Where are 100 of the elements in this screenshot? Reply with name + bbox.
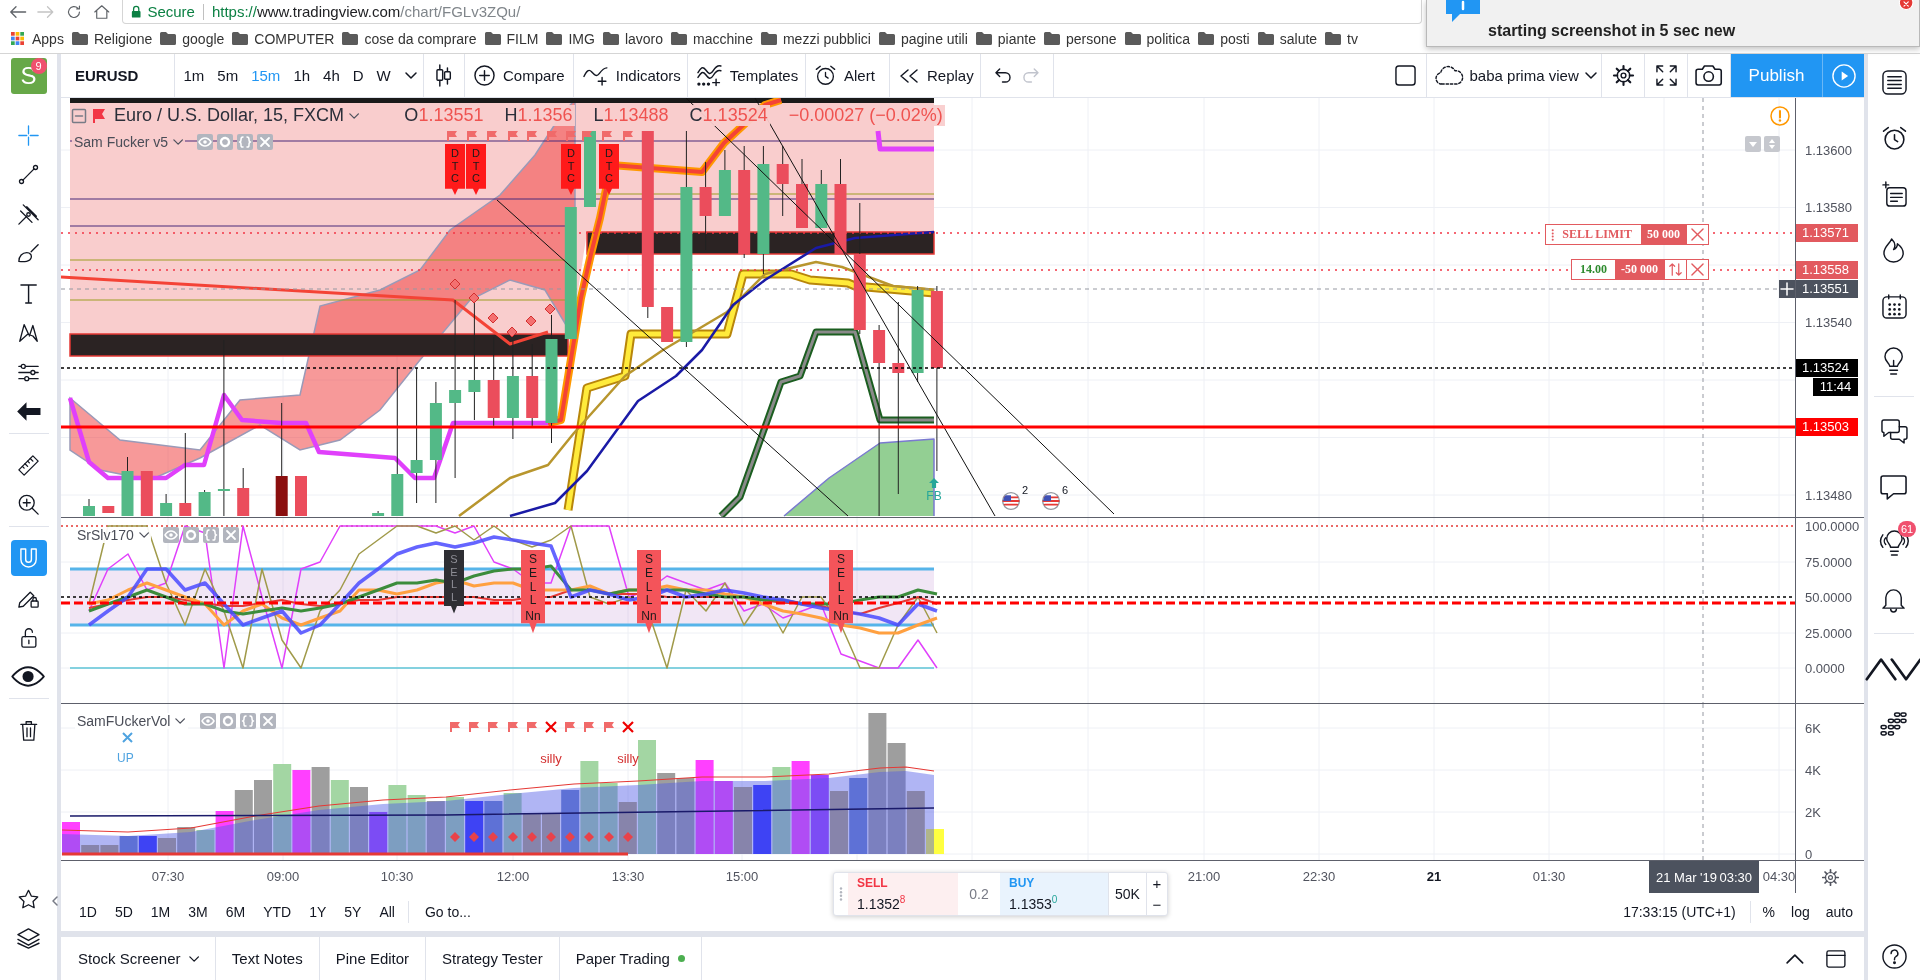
chat-icon[interactable]	[1880, 418, 1908, 444]
panel-tab[interactable]: Strategy Tester	[426, 937, 560, 980]
axis-label: 0.0000	[1805, 660, 1845, 676]
interval-button[interactable]: 1h	[286, 54, 317, 97]
chevrons-icon[interactable]	[1865, 655, 1920, 681]
symbol-button[interactable]: EURUSD	[61, 54, 175, 97]
bookmark[interactable]: Apps	[7, 25, 68, 52]
bookmark[interactable]: tv	[1321, 25, 1362, 52]
scale-button[interactable]: auto	[1817, 893, 1861, 931]
star-icon	[18, 888, 39, 910]
interval-button[interactable]: W	[370, 54, 398, 97]
interval-button[interactable]: D	[346, 54, 371, 97]
help-icon[interactable]	[1881, 943, 1907, 969]
interval-button[interactable]: 5m	[210, 54, 245, 97]
dot-grid-icon[interactable]	[1880, 711, 1908, 737]
bookmark[interactable]: COMPUTER	[228, 25, 339, 52]
panel-tab[interactable]: Stock Screener	[61, 937, 216, 980]
undo-button[interactable]	[995, 68, 1011, 83]
fullscreen-icon[interactable]	[1655, 65, 1677, 86]
diamond-icon	[449, 278, 461, 290]
plus-icon[interactable]	[1779, 280, 1795, 298]
camera-icon[interactable]	[1695, 65, 1723, 86]
bookmark[interactable]: persone	[1039, 25, 1121, 52]
scale-button[interactable]: log	[1783, 893, 1818, 931]
buy-button[interactable]: BUY 1.1353$^{0}$	[1000, 873, 1108, 915]
panel-tab[interactable]: Pine Editor	[319, 937, 427, 980]
replay-button[interactable]: Replay	[890, 54, 981, 97]
indicators-button[interactable]: Indicators	[574, 54, 688, 97]
quantity-field[interactable]: 50K	[1108, 873, 1146, 915]
maximize-icon[interactable]	[1826, 949, 1846, 968]
sell-button[interactable]: SELL 1.1352$^{8}$	[848, 873, 958, 915]
minus-square-icon[interactable]	[72, 108, 86, 123]
range-button[interactable]: YTD	[254, 893, 301, 931]
time-label: 04:30	[1762, 869, 1795, 884]
range-button[interactable]: 5D	[105, 893, 142, 931]
bookmark[interactable]: piante	[971, 25, 1040, 52]
candlestick-icon[interactable]	[436, 65, 452, 86]
flame-icon[interactable]	[1883, 237, 1905, 263]
bell-icon[interactable]	[1882, 586, 1906, 612]
templates-button[interactable]: Templates	[688, 54, 806, 97]
bookmark[interactable]: lavoro	[598, 25, 667, 52]
bookmark[interactable]: google	[156, 25, 229, 52]
bookmark[interactable]: posti	[1194, 25, 1254, 52]
drag-handle-icon[interactable]	[1550, 228, 1555, 241]
flag-icon[interactable]	[1002, 492, 1020, 510]
settings-icon[interactable]	[1821, 868, 1839, 886]
flag-icon[interactable]	[1042, 492, 1060, 510]
message-icon[interactable]	[1880, 474, 1908, 500]
volume-bar	[426, 801, 445, 854]
range-button[interactable]: 1D	[70, 893, 106, 931]
diamond-icon	[468, 292, 480, 304]
lightbulb-icon[interactable]	[1884, 349, 1904, 375]
interval-button[interactable]: 4h	[316, 54, 347, 97]
axis-label: 2K	[1805, 804, 1821, 820]
square-icon[interactable]	[1395, 65, 1416, 86]
scale-button[interactable]: %	[1754, 893, 1784, 931]
bookmark[interactable]: IMG	[542, 25, 599, 52]
play-button[interactable]	[1822, 54, 1864, 97]
increase-button[interactable]: +	[1147, 873, 1167, 894]
layout-button[interactable]: baba prima view	[1427, 54, 1602, 97]
bookmark[interactable]: salute	[1253, 25, 1322, 52]
go-to-button[interactable]: Go to...	[413, 893, 483, 931]
drag-handle-icon[interactable]	[839, 887, 843, 901]
range-button[interactable]: 1M	[141, 893, 180, 931]
range-button[interactable]: 1Y	[300, 893, 336, 931]
chevron-down-icon	[1584, 72, 1597, 79]
range-button[interactable]: All	[370, 893, 404, 931]
price-change: −0.00027 (−0.02%)	[786, 105, 945, 126]
range-button[interactable]: 6M	[216, 893, 255, 931]
bookmark[interactable]: mezzi pubblici	[756, 25, 875, 52]
bookmark[interactable]: macchine	[667, 25, 757, 52]
chevron-down-icon[interactable]	[405, 72, 418, 79]
alert-button[interactable]: Alert	[806, 54, 890, 97]
order-tag[interactable]: SELL LIMIT 50 000	[1544, 224, 1709, 245]
compare-button[interactable]: Compare	[465, 54, 574, 97]
time-label: 10:30	[380, 869, 414, 884]
indicator-name[interactable]: SamFUckerVol	[75, 713, 188, 729]
calendar-icon[interactable]	[1881, 293, 1907, 319]
bookmark[interactable]: FILM	[480, 25, 543, 52]
decrease-button[interactable]: −	[1147, 894, 1167, 915]
indicator-name[interactable]: SrSlv170	[75, 527, 152, 543]
symbol-title[interactable]: Euro / U.S. Dollar, 15, FXCM	[112, 105, 362, 126]
list-icon[interactable]	[1881, 69, 1907, 95]
bookmark[interactable]: Religione	[67, 25, 157, 52]
document-icon[interactable]	[1881, 181, 1907, 207]
panel-tab[interactable]: Paper Trading	[559, 937, 702, 980]
alarm-clock-icon[interactable]	[1881, 125, 1907, 151]
chevron-left-icon[interactable]	[52, 896, 58, 906]
indicator-name[interactable]: Sam Fucker v5	[72, 134, 186, 150]
order-tag[interactable]: 14.00 -50 000	[1571, 259, 1709, 280]
range-button[interactable]: 3M	[179, 893, 217, 931]
interval-button[interactable]: 1m	[177, 54, 211, 97]
bookmark[interactable]: pagine utili	[874, 25, 972, 52]
range-button[interactable]: 5Y	[335, 893, 371, 931]
settings-icon[interactable]	[1612, 65, 1634, 86]
chevron-up-icon[interactable]	[1786, 953, 1805, 964]
bookmark[interactable]: politica	[1120, 25, 1195, 52]
panel-tab[interactable]: Text Notes	[215, 937, 320, 980]
bookmark[interactable]: cose da comprare	[338, 25, 481, 52]
time-label: 12:00	[496, 869, 530, 884]
